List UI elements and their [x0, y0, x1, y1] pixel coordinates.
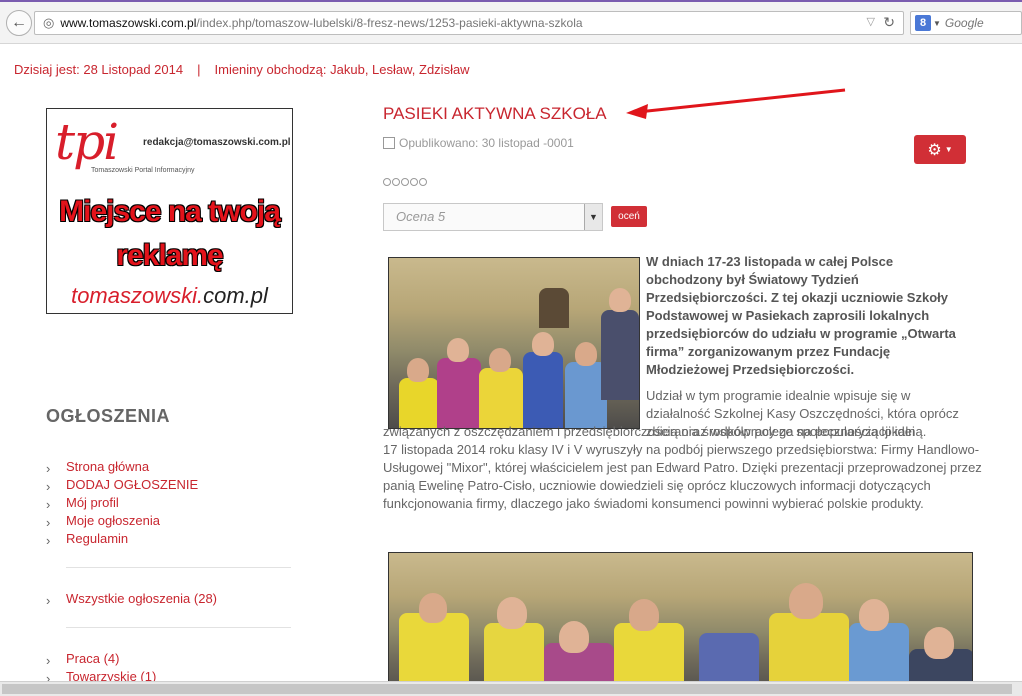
- sidebar-item-profile[interactable]: Mój profil: [46, 494, 198, 514]
- star-icon: [401, 178, 409, 186]
- ad-banner[interactable]: tpi redakcja@tomaszowski.com.pl Tomaszow…: [46, 108, 293, 314]
- date-line: Dzisiaj jest: 28 Listopad 2014 | Imieniny …: [14, 62, 470, 77]
- calendar-icon: [383, 137, 395, 149]
- star-icon: [392, 178, 400, 186]
- article-tools-button[interactable]: ⚙ ▼: [914, 135, 966, 164]
- article-paragraph: 17 listopada 2014 roku klasy IV i V wyru…: [383, 442, 982, 511]
- sidebar-menu-main: Strona główna DODAJ OGŁOSZENIE Mój profi…: [46, 458, 198, 550]
- address-bar[interactable]: ◎ www.tomaszowski.com.pl/index.php/tomas…: [34, 11, 904, 35]
- rating-stars: [383, 178, 427, 186]
- rating-select[interactable]: Ocena 5 ▼: [383, 203, 603, 231]
- article-body: związanych z oszczędzaniem i przedsiębio…: [383, 423, 983, 513]
- divider: [66, 567, 291, 568]
- back-arrow-icon[interactable]: ←: [6, 10, 32, 36]
- star-icon: [410, 178, 418, 186]
- article-title[interactable]: PASIEKI AKTYWNA SZKOŁA: [383, 104, 607, 124]
- banner-subtitle: Tomaszowski Portal Informacyjny: [91, 167, 195, 174]
- article-photo[interactable]: [388, 257, 640, 429]
- sidebar-title: OGŁOSZENIA: [46, 406, 171, 426]
- url-path: /index.php/tomaszow-lubelski/8-fresz-new…: [196, 16, 583, 30]
- caret-down-icon: ▼: [944, 145, 953, 154]
- banner-email: redakcja@tomaszowski.com.pl: [143, 137, 291, 148]
- select-arrow-icon[interactable]: ▼: [584, 204, 602, 230]
- banner-site: tomaszowski.com.pl: [71, 283, 268, 308]
- banner-line2: reklamę: [116, 239, 223, 272]
- sidebar-item-rules[interactable]: Regulamin: [46, 530, 198, 550]
- gear-icon: ⚙: [927, 141, 942, 159]
- sidebar-item-my-ads[interactable]: Moje ogłoszenia: [46, 512, 198, 532]
- search-box[interactable]: 8 ▼ Google: [910, 11, 1022, 35]
- divider: [66, 627, 291, 628]
- globe-icon: ◎: [43, 15, 55, 30]
- star-icon: [383, 178, 391, 186]
- published-info: Opublikowano: 30 listopad -0001: [383, 136, 574, 150]
- sidebar-item-home[interactable]: Strona główna: [46, 458, 198, 478]
- sidebar-menu-all: Wszystkie ogłoszenia (28): [46, 590, 217, 610]
- names-day: Imieniny obchodzą: Jakub, Lesław, Zdzisł…: [214, 62, 470, 77]
- google-icon[interactable]: 8: [915, 15, 931, 31]
- banner-line1: Miejsce na twoją: [59, 195, 281, 228]
- sidebar-item-work[interactable]: Praca (4): [46, 650, 156, 670]
- article-paragraph: związanych z oszczędzaniem i przedsiębio…: [383, 424, 927, 439]
- browser-toolbar: ← ◎ www.tomaszowski.com.pl/index.php/tom…: [0, 0, 1022, 44]
- sidebar-item-all-ads[interactable]: Wszystkie ogłoszenia (28): [46, 590, 217, 610]
- annotation-arrow-icon: [626, 88, 846, 119]
- horizontal-scrollbar[interactable]: [0, 681, 1022, 696]
- engine-dropdown-icon[interactable]: ▼: [933, 19, 941, 28]
- scrollbar-thumb[interactable]: [2, 684, 1012, 694]
- published-date: Opublikowano: 30 listopad -0001: [399, 136, 574, 150]
- search-placeholder: Google: [944, 16, 984, 30]
- article-photo[interactable]: [388, 552, 973, 696]
- vote-button[interactable]: oceń: [611, 206, 647, 227]
- url-host: www.tomaszowski.com.pl: [60, 16, 197, 30]
- sidebar-item-add[interactable]: DODAJ OGŁOSZENIE: [46, 476, 198, 496]
- current-date: Dzisiaj jest: 28 Listopad 2014: [14, 62, 184, 77]
- tpi-logo: tpi: [55, 113, 119, 171]
- separator: |: [197, 62, 201, 77]
- tab-strip-line: [0, 0, 1022, 2]
- star-icon: [419, 178, 427, 186]
- reload-icon[interactable]: ↻: [883, 14, 895, 31]
- article-lead: W dniach 17-23 listopada w całej Polsce …: [646, 254, 956, 377]
- history-dropdown-icon[interactable]: ▽: [867, 15, 875, 28]
